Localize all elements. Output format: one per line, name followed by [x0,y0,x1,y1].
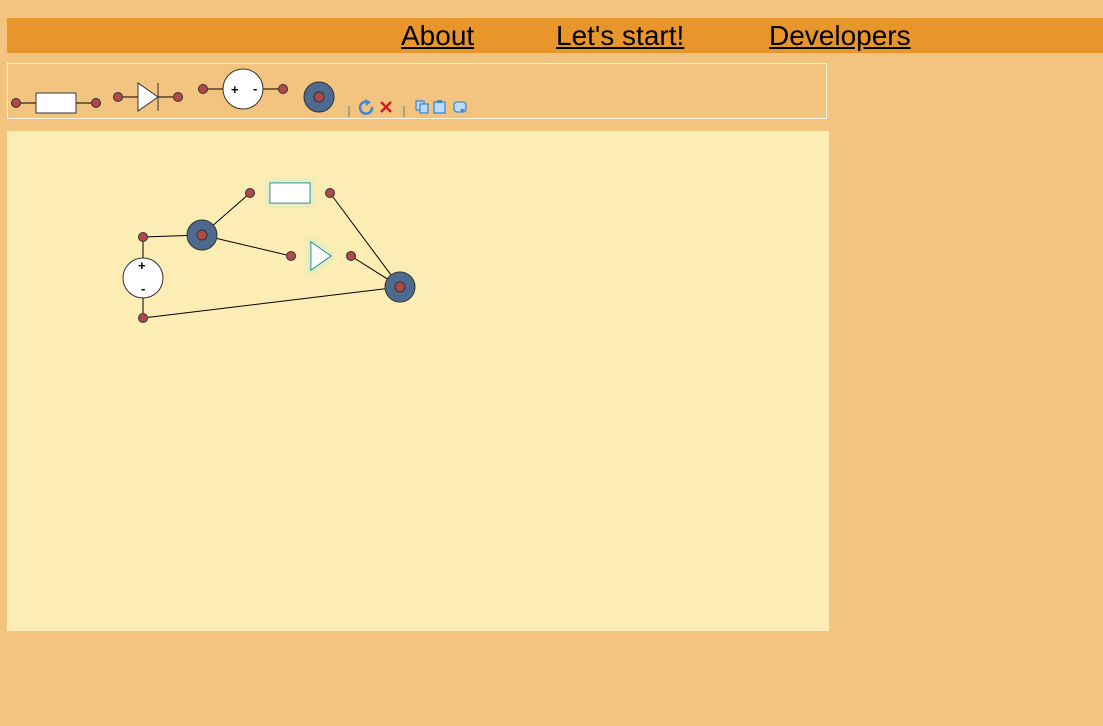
delete-button[interactable] [380,101,392,113]
voltage-source-plus-label: + [231,82,239,97]
terminal[interactable] [325,188,335,198]
diode-icon [113,82,183,112]
voltage-source[interactable]: + - [122,232,164,323]
rotate-icon [358,99,374,115]
diode-component[interactable] [286,240,356,272]
nav-link-about[interactable]: About [401,18,474,53]
wire[interactable] [142,286,401,319]
wire[interactable] [329,192,401,288]
node-icon [303,81,335,113]
source-minus-label: - [141,281,145,296]
terminal[interactable] [138,313,148,323]
rotate-button[interactable] [358,99,374,115]
top-navigation-bar [7,18,1103,53]
circuit-node[interactable] [186,219,218,251]
terminal[interactable] [245,188,255,198]
nav-link-developers[interactable]: Developers [769,18,911,53]
paste-icon [433,100,446,114]
voltage-source-tool[interactable]: + - [198,68,288,110]
wires [142,192,401,319]
terminal[interactable] [138,232,148,242]
voltage-source-minus-label: - [253,81,257,96]
delete-icon [380,101,392,113]
source-plus-label: + [138,258,146,273]
diode-tool[interactable] [113,82,183,112]
circuit-node[interactable] [384,271,416,303]
terminal[interactable] [286,251,296,261]
terminal[interactable] [346,251,356,261]
refresh-icon [453,101,467,113]
node-tool[interactable] [303,81,335,113]
component-palette: + - [7,63,827,119]
copy-icon [415,100,429,114]
resistor-tool[interactable] [11,92,101,114]
circuit-canvas[interactable]: + - [7,131,829,631]
paste-button[interactable] [433,100,446,114]
voltage-source-icon: + - [198,68,288,110]
copy-button[interactable] [415,100,429,114]
resistor-component[interactable] [245,182,335,204]
refresh-button[interactable] [453,101,467,113]
resistor-icon [11,92,101,114]
nav-link-lets-start[interactable]: Let's start! [556,18,684,53]
